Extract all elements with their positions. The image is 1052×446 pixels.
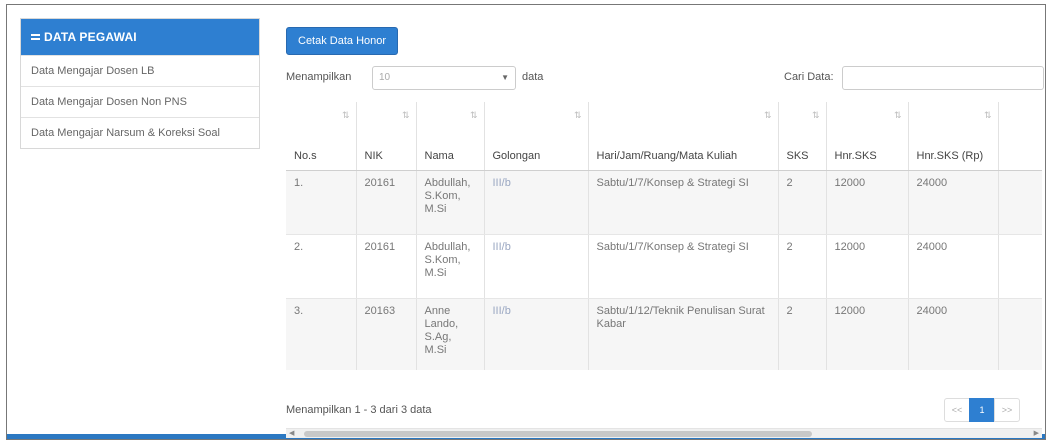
scrollbar-thumb[interactable] [304,431,812,437]
data-label: data [522,71,544,83]
table-row: 1. 20161 Abdullah, S.Kom, M.Si III/b Sab… [286,170,1042,235]
sidebar-item-narsum-koreksi[interactable]: Data Mengajar Narsum & Koreksi Soal [21,117,259,148]
print-honor-button[interactable]: Cetak Data Honor [286,27,399,55]
sort-icon: ⇅ [893,110,902,120]
search-input[interactable] [842,66,1044,90]
col-kuliah[interactable]: ⇅ Hari/Jam/Ruang/Mata Kuliah [588,102,779,171]
sort-icon: ⇅ [811,110,820,120]
cell-hnr-sks: 12000 [826,170,909,235]
sort-icon: ⇅ [573,110,582,120]
sort-icon: ⇅ [341,110,350,120]
cell-no: 3. [286,298,357,370]
pagination-prev[interactable]: << [944,398,970,422]
honor-table: ⇅ No.s ⇅ NIK ⇅ Nama ⇅ Golongan ⇅ Hari/Jam/Rua… [286,102,1042,370]
cell-nik: 20161 [356,234,417,299]
cell-nama: Abdullah, S.Kom, M.Si [416,170,485,235]
cell-extra [998,298,1042,370]
cell-kuliah: Sabtu/1/7/Konsep & Strategi SI [588,170,779,235]
scroll-right-icon[interactable]: ▶ [1034,429,1039,437]
cell-hnr-sks-rp: 24000 [908,170,999,235]
table-header-row: ⇅ No.s ⇅ NIK ⇅ Nama ⇅ Golongan ⇅ Hari/Jam/Rua… [286,102,1042,171]
horizontal-scrollbar[interactable]: ◀ ▶ [286,428,1042,438]
table-info: Menampilkan 1 - 3 dari 3 data [286,404,432,416]
menu-icon [31,32,40,42]
table-container: ⇅ No.s ⇅ NIK ⇅ Nama ⇅ Golongan ⇅ Hari/Jam/Rua… [286,102,1042,370]
cell-no: 1. [286,170,357,235]
sidebar-item-dosen-non-pns[interactable]: Data Mengajar Dosen Non PNS [21,86,259,117]
show-label: Menampilkan [286,71,352,83]
table-row: 3. 20163 Anne Lando, S.Ag, M.Si III/b Sa… [286,298,1042,370]
cell-sks: 2 [778,298,827,370]
cell-no: 2. [286,234,357,299]
sidebar-item-dosen-lb[interactable]: Data Mengajar Dosen LB [21,55,259,86]
page-length-select[interactable]: 10 ▼ [372,66,516,90]
col-golongan[interactable]: ⇅ Golongan [484,102,589,171]
col-no[interactable]: ⇅ No.s [286,102,357,171]
col-extra[interactable]: ⇅ [998,102,1042,171]
cell-kuliah: Sabtu/1/12/Teknik Penulisan Surat Kabar [588,298,779,370]
cell-golongan: III/b [484,298,589,370]
search-label: Cari Data: [784,71,834,83]
sort-icon: ⇅ [983,110,992,120]
sort-icon: ⇅ [401,110,410,120]
cell-hnr-sks: 12000 [826,234,909,299]
pagination-page-1[interactable]: 1 [969,398,995,422]
sidebar-title: DATA PEGAWAI [44,30,137,44]
cell-nama: Anne Lando, S.Ag, M.Si [416,298,485,370]
page-length-value: 10 [379,72,391,83]
cell-golongan: III/b [484,170,589,235]
pagination: << 1 >> [944,398,1020,422]
cell-nik: 20163 [356,298,417,370]
col-hnr-sks[interactable]: ⇅ Hnr.SKS [826,102,909,171]
sort-icon: ⇅ [763,110,772,120]
table-row: 2. 20161 Abdullah, S.Kom, M.Si III/b Sab… [286,234,1042,299]
cell-hnr-sks-rp: 24000 [908,298,999,370]
pagination-next[interactable]: >> [994,398,1020,422]
sidebar-header: DATA PEGAWAI [21,19,259,55]
cell-kuliah: Sabtu/1/7/Konsep & Strategi SI [588,234,779,299]
cell-hnr-sks: 12000 [826,298,909,370]
col-nik[interactable]: ⇅ NIK [356,102,417,171]
scroll-left-icon[interactable]: ◀ [289,429,294,437]
chevron-down-icon: ▼ [501,73,509,82]
cell-extra [998,170,1042,235]
col-sks[interactable]: ⇅ SKS [778,102,827,171]
cell-extra [998,234,1042,299]
col-hnr-sks-rp[interactable]: ⇅ Hnr.SKS (Rp) [908,102,999,171]
cell-sks: 2 [778,234,827,299]
table-controls: Menampilkan 10 ▼ data Cari Data: [286,66,1044,90]
cell-nama: Abdullah, S.Kom, M.Si [416,234,485,299]
cell-sks: 2 [778,170,827,235]
sidebar: DATA PEGAWAI Data Mengajar Dosen LB Data… [20,18,260,149]
cell-nik: 20161 [356,170,417,235]
cell-hnr-sks-rp: 24000 [908,234,999,299]
col-nama[interactable]: ⇅ Nama [416,102,485,171]
cell-golongan: III/b [484,234,589,299]
sort-icon: ⇅ [469,110,478,120]
